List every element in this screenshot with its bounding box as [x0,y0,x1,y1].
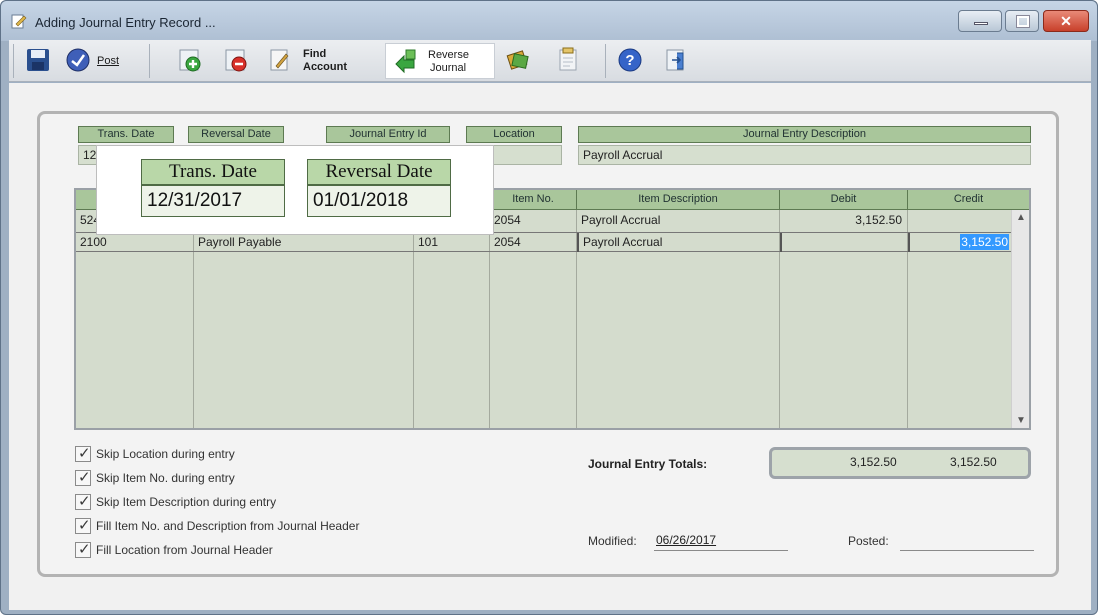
reverse-journal-button[interactable]: Reverse Journal [385,43,495,79]
maximize-button[interactable] [1005,10,1039,32]
exit-icon[interactable] [663,47,689,73]
fill-location-from-header-label: Fill Location from Journal Header [96,543,273,557]
description-header: Journal Entry Description [578,126,1031,143]
minimize-button[interactable] [958,10,1002,32]
reversal-date-header: Reversal Date [188,126,284,143]
posted-label: Posted: [848,534,889,548]
column-header-item-no[interactable]: Item No. [490,190,577,210]
modified-date: 06/26/2017 [656,533,717,547]
fill-item-from-header-checkbox[interactable] [75,516,91,534]
scroll-up-arrow-icon[interactable]: ▲ [1016,212,1026,223]
toolbar-separator [149,44,150,78]
trans-date-header: Trans. Date [78,126,174,143]
close-icon: ✕ [1060,13,1072,29]
total-credit: 3,152.50 [950,455,997,469]
reverse-journal-label-line2: Journal [430,62,467,74]
fill-location-from-header-checkbox[interactable] [75,540,91,558]
callout-trans-date-header: Trans. Date [141,159,285,185]
copy-journal-icon[interactable] [555,47,581,73]
reverse-journal-icon [395,49,416,74]
callout-trans-date-field[interactable]: 12/31/2017 [141,185,285,217]
fill-item-from-header-label: Fill Item No. and Description from Journ… [96,519,360,533]
close-button[interactable]: ✕ [1043,10,1089,32]
skip-item-no-label: Skip Item No. during entry [96,471,235,485]
column-header-credit[interactable]: Credit [908,190,1029,210]
grid-vertical-scrollbar[interactable]: ▲ ▼ [1011,210,1029,428]
cell-item-description[interactable]: Payroll Accrual [577,233,780,252]
find-account-label-line1[interactable]: Find [303,48,326,60]
credit-cell-selected-text[interactable]: 3,152.50 [960,234,1009,250]
skip-location-checkbox[interactable] [75,444,91,462]
help-icon[interactable]: ? [617,47,643,73]
zoom-callout: Trans. Date 12/31/2017 Reversal Date 01/… [96,145,494,235]
cell-item-no[interactable]: 2054 [490,211,577,230]
cell-debit[interactable]: 3,152.50 [780,211,908,230]
edit-document-icon [11,14,27,29]
delete-line-icon[interactable] [223,47,249,73]
cell-account-name[interactable]: Payroll Payable [194,233,414,252]
window-title: Adding Journal Entry Record ... [35,15,216,30]
reverse-journal-label-line1: Reverse [428,49,469,61]
skip-item-description-label: Skip Item Description during entry [96,495,277,509]
scroll-down-arrow-icon[interactable]: ▼ [1016,415,1026,426]
cell-location[interactable]: 101 [414,233,490,252]
cell-credit[interactable] [908,211,1011,230]
cell-debit[interactable] [780,233,908,252]
toolbar-separator-2 [605,44,606,78]
journal-entry-totals-box: 3,152.50 3,152.50 [769,447,1031,479]
cell-item-description[interactable]: Payroll Accrual [577,211,780,230]
column-header-debit[interactable]: Debit [780,190,908,210]
post-icon[interactable] [65,47,91,73]
total-debit: 3,152.50 [850,455,897,469]
callout-reversal-date-field[interactable]: 01/01/2018 [307,185,451,217]
toolbar-grip [13,44,14,78]
credit-cell-editing[interactable]: 3,152.50 [908,233,1011,252]
skip-item-description-checkbox[interactable] [75,492,91,510]
callout-reversal-date-header: Reversal Date [307,159,451,185]
toolbar: Post Find Account Reverse Journal ? [9,40,1091,82]
journal-entry-totals-label: Journal Entry Totals: [588,457,708,471]
cell-item-no[interactable]: 2054 [490,233,577,252]
skip-item-no-checkbox[interactable] [75,468,91,486]
add-line-icon[interactable] [177,47,203,73]
save-icon[interactable] [25,47,51,73]
svg-text:?: ? [625,52,634,69]
modified-label: Modified: [588,534,637,548]
post-button-label[interactable]: Post [97,55,119,67]
title-bar: Adding Journal Entry Record ... ✕ [1,1,1097,41]
modified-underline [654,550,788,551]
journal-entry-id-header: Journal Entry Id [326,126,450,143]
table-row[interactable]: 2100 Payroll Payable 101 2054 Payroll Ac… [76,232,1011,252]
find-account-icon[interactable] [267,47,293,73]
find-account-label-line2[interactable]: Account [303,61,347,73]
skip-location-label: Skip Location during entry [96,447,235,461]
column-header-item-description[interactable]: Item Description [577,190,780,210]
posted-underline [900,550,1034,551]
description-field[interactable]: Payroll Accrual [578,145,1031,165]
maximize-icon [1016,15,1030,28]
recurring-entries-icon[interactable] [505,47,531,73]
minimize-icon [974,22,988,25]
location-header: Location [466,126,562,143]
journal-entry-window: Adding Journal Entry Record ... ✕ Post F… [0,0,1098,615]
cell-account[interactable]: 2100 [76,233,194,252]
